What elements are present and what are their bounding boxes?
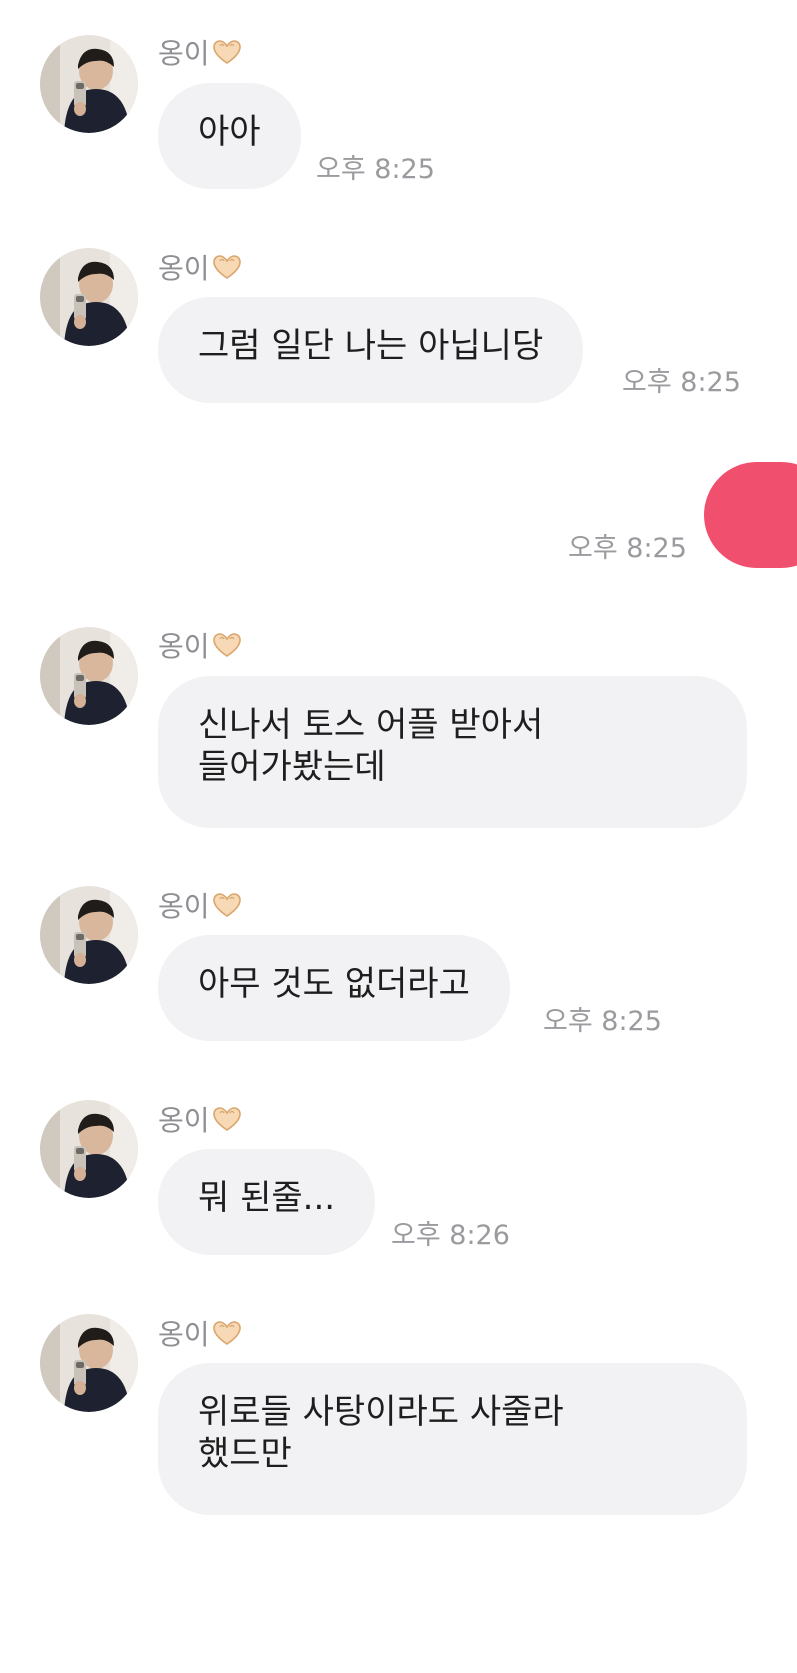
sender-name: 옹이 [158,1316,242,1351]
sender-label: 옹이 [158,630,210,663]
avatar-photo [40,1314,138,1412]
outgoing-message-bubble[interactable] [704,462,797,568]
sender-name: 옹이 [158,1102,242,1137]
sender-name: 옹이 [158,250,242,285]
sender-name: 옹이 [158,628,242,663]
heart-hands-icon [212,892,242,918]
sender-label: 옹이 [158,252,210,285]
avatar-photo [40,627,138,725]
message-time: 오후 8:25 [568,533,687,564]
sender-name: 옹이 [158,888,242,923]
message-bubble[interactable]: 뭐 된줄... [158,1149,376,1255]
sender-name: 옹이 [158,35,242,70]
message-time: 오후 8:26 [391,1220,510,1251]
heart-hands-icon [212,39,242,65]
avatar[interactable] [40,886,138,984]
avatar-photo [40,886,138,984]
heart-hands-icon [212,1320,242,1346]
sender-label: 옹이 [158,1104,210,1137]
message-time: 오후 8:25 [543,1006,662,1037]
avatar[interactable] [40,248,138,346]
avatar-photo [40,35,138,133]
avatar[interactable] [40,1314,138,1412]
chat-thread: 옹이 아아 오후 8:25 옹이 그럼 일단 나는 아닙니당 오후 8:25 오… [0,0,797,1673]
message-bubble[interactable]: 신나서 토스 어플 받아서 들어가봤는데 [158,676,747,828]
message-time: 오후 8:25 [316,154,435,185]
message-time: 오후 8:25 [622,367,741,398]
message-bubble[interactable]: 아무 것도 없더라고 [158,935,510,1041]
sender-label: 옹이 [158,890,210,923]
heart-hands-icon [212,632,242,658]
avatar[interactable] [40,1100,138,1198]
message-bubble[interactable]: 아아 [158,83,301,189]
sender-label: 옹이 [158,37,210,70]
avatar[interactable] [40,35,138,133]
message-bubble[interactable]: 그럼 일단 나는 아닙니당 [158,297,584,403]
heart-hands-icon [212,1106,242,1132]
heart-hands-icon [212,254,242,280]
message-bubble[interactable]: 위로들 사탕이라도 사줄라 했드만 [158,1363,747,1515]
avatar[interactable] [40,627,138,725]
avatar-photo [40,248,138,346]
avatar-photo [40,1100,138,1198]
sender-label: 옹이 [158,1318,210,1351]
